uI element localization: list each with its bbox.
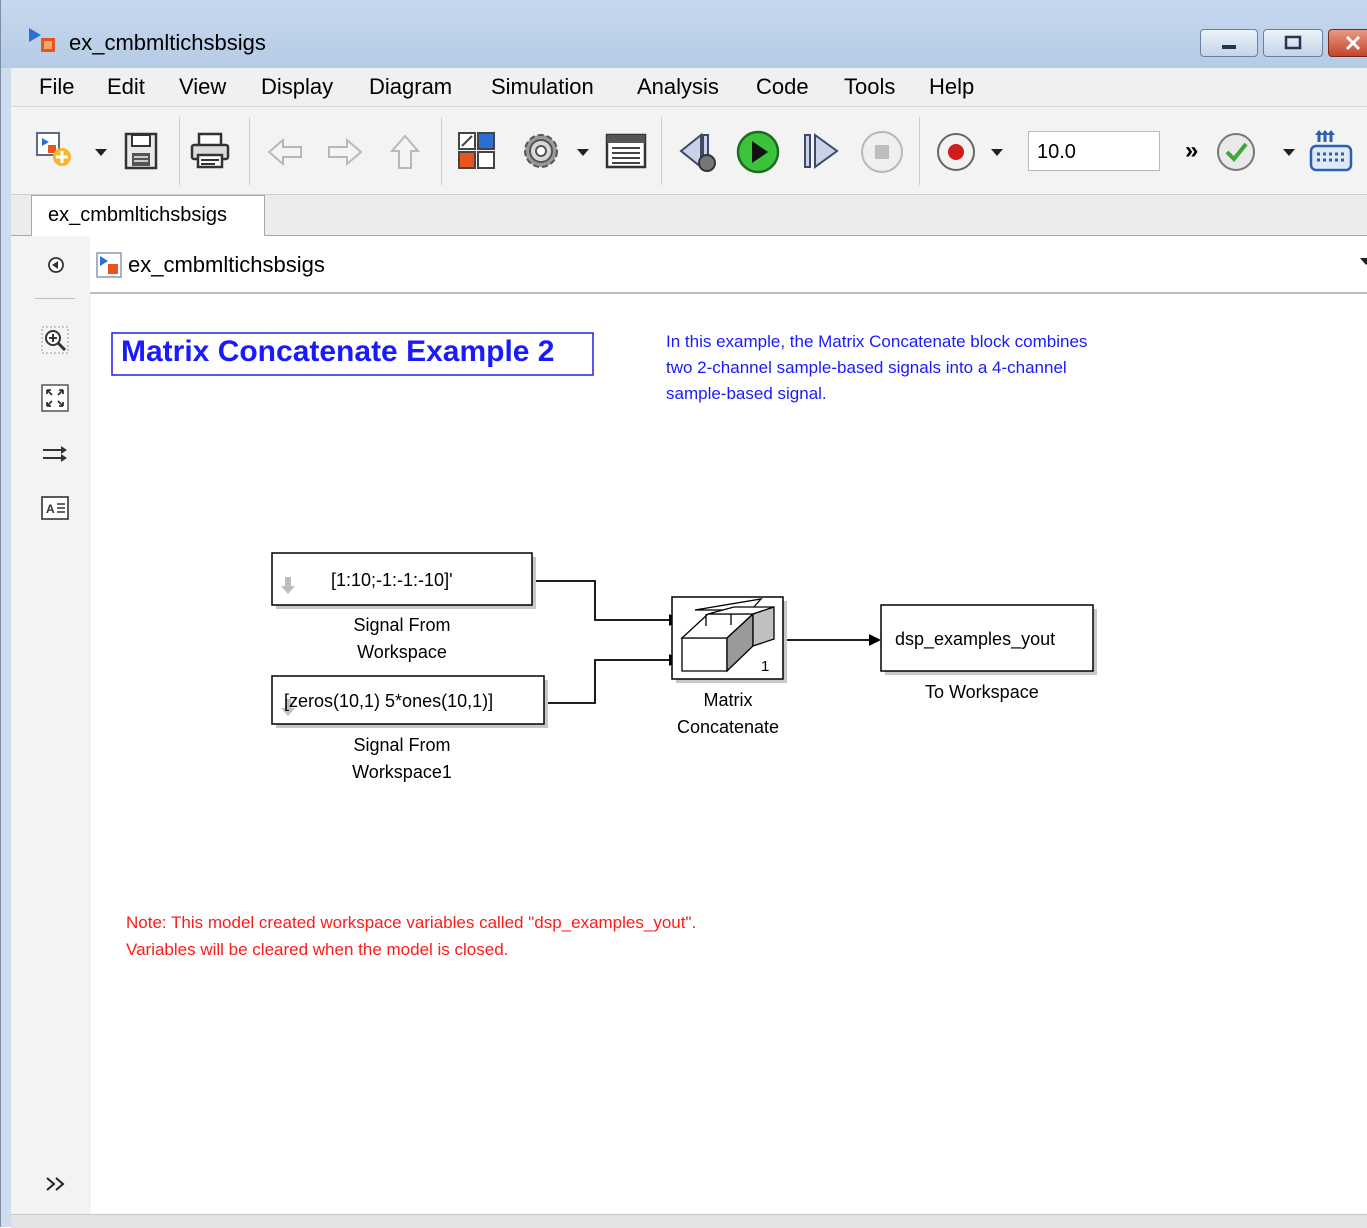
model-canvas[interactable]: Matrix Concatenate Example 2 In this exa… [91,294,1367,1214]
up-arrow-icon[interactable] [389,133,421,171]
step-forward-icon[interactable] [801,131,841,171]
new-model-dropdown-icon[interactable] [95,149,107,156]
menu-display[interactable]: Display [261,74,333,100]
note-annotation[interactable]: Note: This model created workspace varia… [126,909,696,963]
note-line: Note: This model created workspace varia… [126,913,697,932]
block-name-line: Workspace1 [352,762,452,782]
title-bar: ex_cmbmltichsbsigs [1,0,1367,68]
model-breadcrumb-icon [96,252,122,278]
toolbar-separator [249,117,250,185]
minimize-button[interactable] [1200,29,1258,57]
menu-diagram[interactable]: Diagram [369,74,452,100]
menu-edit[interactable]: Edit [107,74,145,100]
maximize-icon [1284,35,1302,50]
menu-bar: File Edit View Display Diagram Simulatio… [11,68,1367,107]
model-title-annotation[interactable]: Matrix Concatenate Example 2 [121,335,555,369]
menu-code[interactable]: Code [756,74,809,100]
signal-arrowhead [869,634,881,646]
block-name-line: Workspace [357,642,447,662]
stop-icon[interactable] [859,129,905,175]
new-model-icon[interactable] [35,131,79,171]
window-title: ex_cmbmltichsbsigs [69,30,266,55]
address-bar: ex_cmbmltichsbsigs [90,236,1367,294]
block-diagram [111,332,1097,728]
block-name-line: Signal From [353,735,451,755]
build-icon[interactable] [1309,129,1357,173]
matrix-concatenate-block[interactable] [671,596,787,683]
svg-text:A: A [46,502,55,516]
expand-palette-icon[interactable] [45,1176,67,1192]
annotation-icon[interactable]: A [41,496,69,520]
signal-line[interactable] [534,580,669,621]
toolbar-separator [661,117,662,185]
model-advisor-check-icon[interactable] [1215,131,1257,173]
menu-simulation[interactable]: Simulation [491,74,594,100]
sfw1-value: [1:10;-1:-1:-10]' [331,570,453,590]
gear-dropdown-icon[interactable] [577,149,589,156]
status-bar [11,1214,1367,1228]
block-name-line: Matrix [703,690,753,710]
palette-divider [35,298,75,299]
simulink-model-icon [29,28,55,52]
step-back-icon[interactable] [677,131,721,175]
menu-help[interactable]: Help [929,74,974,100]
back-arrow-icon[interactable] [265,137,305,167]
route-lines-icon[interactable] [41,442,69,466]
description-line: sample-based signal. [666,384,827,403]
model-explorer-icon[interactable] [605,133,647,169]
hide-browser-icon[interactable] [47,256,65,274]
close-icon [1345,35,1361,51]
advisor-dropdown-icon[interactable] [1283,149,1295,156]
menu-tools[interactable]: Tools [844,74,895,100]
breadcrumb-model[interactable]: ex_cmbmltichsbsigs [128,252,325,278]
fit-to-view-icon[interactable] [41,384,69,412]
description-line: two 2-channel sample-based signals into … [666,358,1067,377]
minimize-icon [1222,45,1236,49]
menu-file[interactable]: File [39,74,74,100]
record-dropdown-icon[interactable] [991,149,1003,156]
menu-view[interactable]: View [179,74,226,100]
address-dropdown-icon[interactable] [1360,258,1367,265]
zoom-in-icon[interactable] [41,326,69,354]
concat-port-label: 1 [761,658,770,675]
simulink-window: ex_cmbmltichsbsigs File Edit View Displa… [0,0,1367,1228]
tab-strip: ex_cmbmltichsbsigs [11,195,1367,236]
maximize-button[interactable] [1263,29,1323,57]
run-icon[interactable] [735,129,781,175]
print-icon[interactable] [189,131,233,171]
save-icon[interactable] [123,131,161,171]
note-line: Variables will be cleared when the model… [126,940,509,959]
tab-model[interactable]: ex_cmbmltichsbsigs [31,195,265,236]
menu-analysis[interactable]: Analysis [637,74,719,100]
library-browser-icon[interactable] [457,131,497,171]
sfw1-label: Signal From Workspace [302,612,502,666]
block-name-line: Concatenate [676,717,780,737]
gear-icon[interactable] [519,129,563,173]
toolbar-separator [919,117,920,185]
description-annotation[interactable]: In this example, the Matrix Concatenate … [666,329,1087,407]
to-workspace-label: To Workspace [925,682,1039,702]
concat-label: Matrix Concatenate [648,687,808,741]
toolbar-overflow-icon[interactable]: » [1185,137,1198,165]
description-line: In this example, the Matrix Concatenate … [666,332,1088,351]
toolbar-separator [179,117,180,185]
to-workspace-value: dsp_examples_yout [895,629,1056,649]
record-icon[interactable] [935,131,977,173]
close-button[interactable] [1328,29,1367,57]
left-palette: A [11,236,92,1216]
block-name-line: Signal From [353,615,451,635]
toolbar: » [11,107,1367,195]
forward-arrow-icon[interactable] [325,137,365,167]
sfw2-label: Signal From Workspace1 [302,732,502,786]
sfw2-value: [zeros(10,1) 5*ones(10,1)] [284,691,494,711]
toolbar-separator [441,117,442,185]
stop-time-field[interactable]: 10.0 [1028,131,1160,171]
